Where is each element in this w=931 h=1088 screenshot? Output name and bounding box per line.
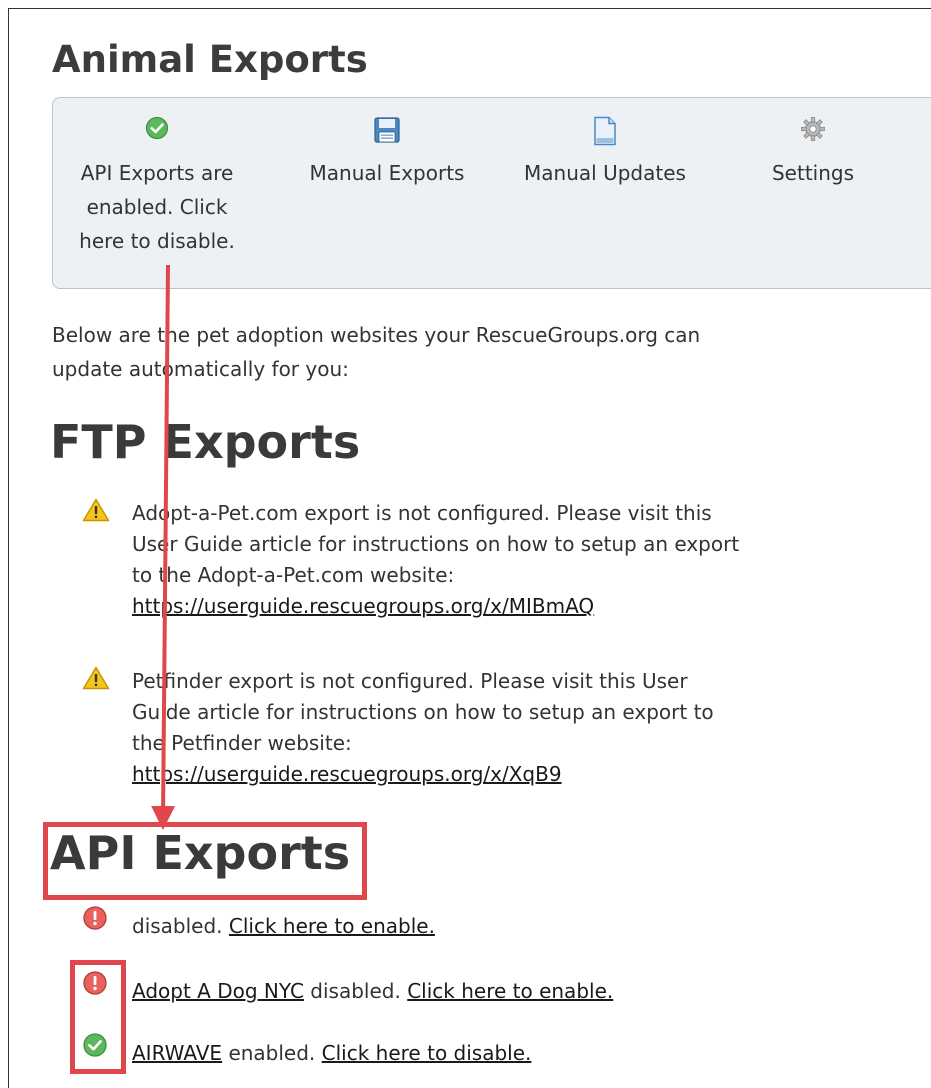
- manual-exports-button[interactable]: Manual Exports: [295, 116, 479, 190]
- disable-link[interactable]: Click here to disable.: [322, 1041, 532, 1065]
- document-icon: [509, 116, 701, 146]
- partner-link[interactable]: Adopt A Dog NYC: [132, 979, 304, 1003]
- api-exports-highlight-box: [43, 822, 367, 900]
- enable-link[interactable]: Click here to enable.: [229, 914, 435, 938]
- warning-icon: [82, 666, 110, 699]
- error-circle-icon: [82, 905, 108, 939]
- intro-text: Below are the pet adoption websites your…: [52, 323, 701, 381]
- warning-icon: [82, 498, 110, 531]
- ftp-item-petfinder: Petfinder export is not configured. Plea…: [82, 666, 762, 806]
- page-title: Animal Exports: [52, 38, 368, 81]
- api-item-status: disabled.: [132, 914, 223, 938]
- manual-updates-label: Manual Updates: [524, 161, 686, 185]
- api-exports-toggle[interactable]: API Exports are enabled. Click here to d…: [71, 116, 243, 258]
- ftp-item-adopt-a-pet: Adopt-a-Pet.com export is not configured…: [82, 498, 762, 638]
- floppy-disk-icon: [295, 116, 479, 146]
- settings-button[interactable]: Settings: [753, 116, 873, 190]
- partner-link[interactable]: AIRWAVE: [132, 1041, 222, 1065]
- gear-icon: [753, 116, 873, 146]
- manual-exports-label: Manual Exports: [309, 161, 465, 185]
- api-exports-toggle-label: API Exports are enabled. Click here to d…: [79, 161, 235, 253]
- ftp-item-text: Adopt-a-Pet.com export is not configured…: [132, 501, 740, 587]
- api-item-status: disabled.: [310, 979, 401, 1003]
- check-circle-icon: [71, 116, 243, 146]
- ftp-item-text: Petfinder export is not configured. Plea…: [132, 669, 714, 755]
- user-guide-link[interactable]: https://userguide.rescuegroups.org/x/MIB…: [132, 594, 594, 618]
- enable-link[interactable]: Click here to enable.: [407, 979, 613, 1003]
- api-item-status: enabled.: [228, 1041, 316, 1065]
- user-guide-link[interactable]: https://userguide.rescuegroups.org/x/XqB…: [132, 762, 562, 786]
- settings-label: Settings: [771, 161, 855, 185]
- status-icons-highlight-box: [70, 960, 126, 1074]
- export-toolbar: API Exports are enabled. Click here to d…: [52, 97, 931, 289]
- manual-updates-button[interactable]: Manual Updates: [509, 116, 701, 190]
- ftp-exports-heading: FTP Exports: [50, 415, 361, 469]
